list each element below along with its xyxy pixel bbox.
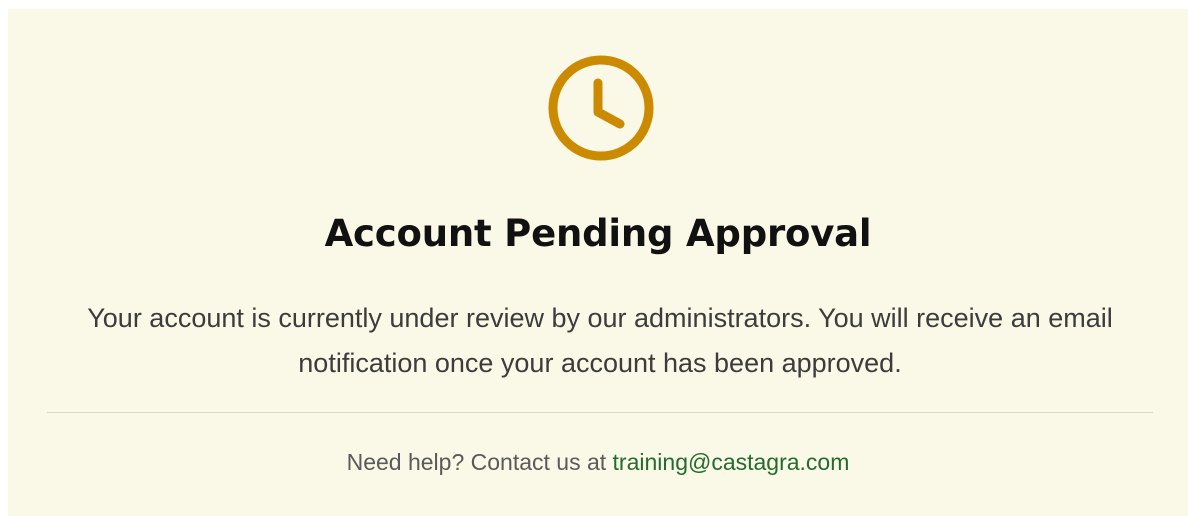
- help-prefix: Need help? Contact us at: [346, 449, 607, 475]
- status-message: Your account is currently under review b…: [87, 303, 1113, 378]
- page-title: Account Pending Approval: [324, 212, 872, 255]
- support-email-link[interactable]: training@castagra.com: [613, 449, 850, 475]
- help-text: Need help? Contact us at training@castag…: [8, 447, 1188, 477]
- clock-icon: [546, 53, 656, 163]
- pending-approval-card: Account Pending Approval Your account is…: [8, 9, 1188, 516]
- divider: [47, 412, 1153, 413]
